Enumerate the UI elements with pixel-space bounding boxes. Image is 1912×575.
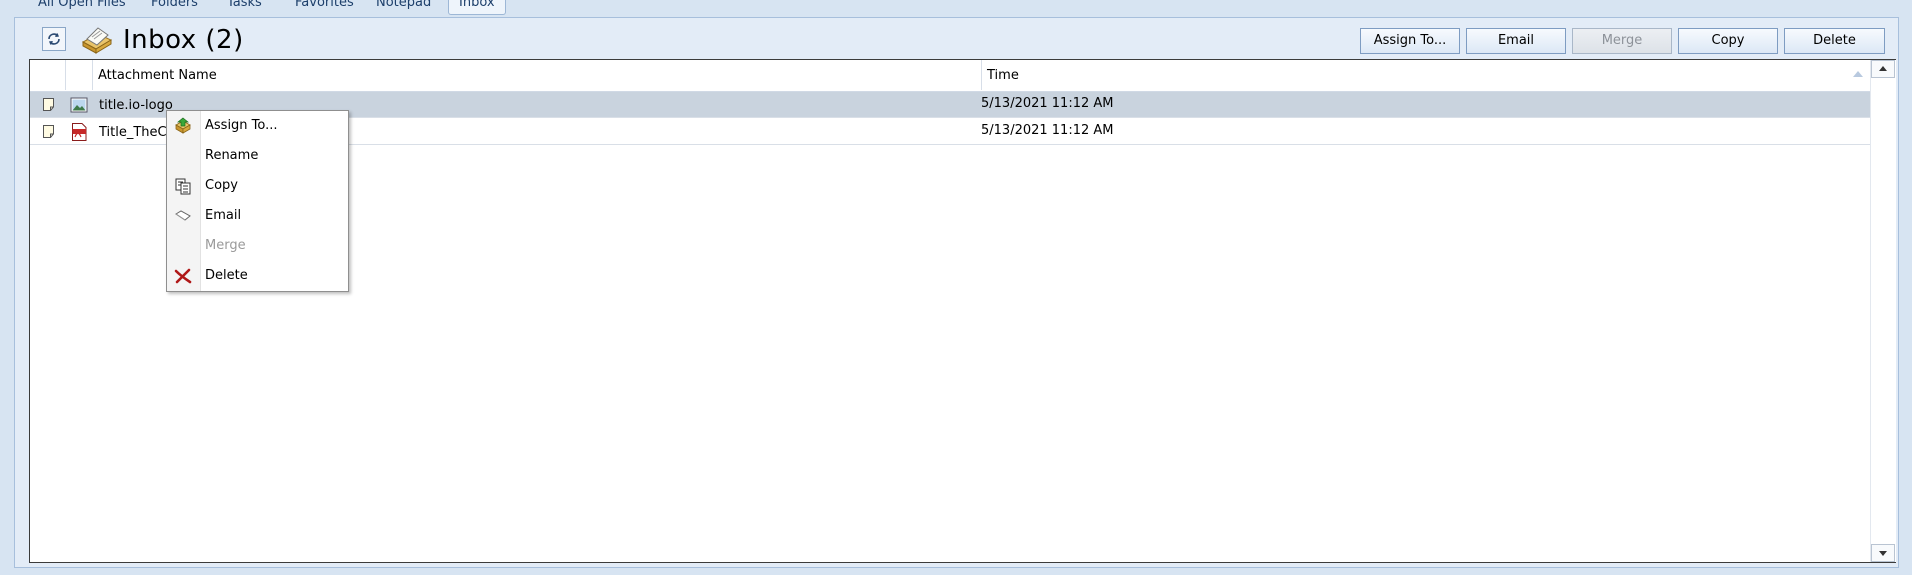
attachment-name: Title_TheCl [99,125,171,140]
tab-notepad[interactable]: Notepad [366,0,441,14]
vertical-scrollbar[interactable] [1870,60,1896,562]
column-header-time[interactable]: Time [981,60,1870,90]
tab-strip: All Open Files Folders Tasks Favorites N… [0,0,1912,18]
grid-header: Attachment Name Time [30,60,1870,92]
pdf-file-icon [72,123,87,141]
scroll-down-button[interactable] [1871,544,1895,562]
menu-item-copy[interactable]: Copy [167,171,348,201]
tab-inbox[interactable]: Inbox [448,0,506,15]
inbox-icon [81,27,113,54]
note-icon [43,125,54,138]
menu-item-rename[interactable]: Rename [167,141,348,171]
copy-icon [175,178,191,195]
attachment-time: 5/13/2021 11:12 AM [981,96,1114,111]
menu-item-label: Copy [205,178,238,193]
delete-icon [174,268,192,284]
menu-item-assign-to[interactable]: Assign To... [167,111,348,141]
menu-item-merge[interactable]: Merge [167,231,348,261]
merge-button[interactable]: Merge [1572,28,1672,54]
page-title: Inbox (2) [123,25,244,55]
menu-item-label: Rename [205,148,259,163]
menu-item-delete[interactable]: Delete [167,261,348,291]
tab-folders[interactable]: Folders [141,0,208,14]
attachment-name: title.io-logo [99,98,173,113]
arrow-down-icon [1879,551,1887,556]
menu-item-label: Delete [205,268,248,283]
attachment-time: 5/13/2021 11:12 AM [981,123,1114,138]
note-icon [43,98,54,111]
sort-ascending-icon [1853,71,1863,77]
menu-item-email[interactable]: Email [167,201,348,231]
email-icon [175,210,191,221]
email-button[interactable]: Email [1466,28,1566,54]
assign-icon [175,117,191,134]
tab-favorites[interactable]: Favorites [285,0,364,14]
menu-item-label: Assign To... [205,118,278,133]
menu-item-label: Merge [205,238,246,253]
delete-button[interactable]: Delete [1784,28,1885,54]
image-file-icon [70,97,88,113]
scroll-up-button[interactable] [1871,60,1895,78]
tab-tasks[interactable]: Tasks [217,0,272,14]
refresh-button[interactable] [42,27,66,51]
context-menu: Assign To... Rename Copy Email Merge Del… [166,110,349,292]
assign-to-button[interactable]: Assign To... [1360,28,1460,54]
tab-all-open-files[interactable]: All Open Files [28,0,136,14]
menu-item-label: Email [205,208,242,223]
refresh-icon [48,33,60,45]
copy-button[interactable]: Copy [1678,28,1778,54]
column-header-attachment-name[interactable]: Attachment Name [92,60,981,90]
arrow-up-icon [1879,66,1887,71]
